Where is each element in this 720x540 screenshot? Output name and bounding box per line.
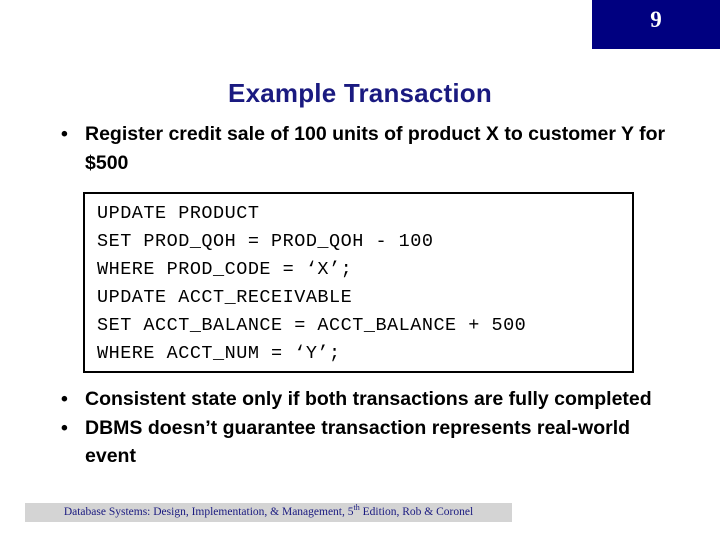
- list-item-label: Consistent state only if both transactio…: [85, 388, 652, 410]
- list-item: • Register credit sale of 100 units of p…: [0, 120, 720, 177]
- bullet-marker-icon: •: [61, 123, 68, 145]
- bullet-list-top: • Register credit sale of 100 units of p…: [0, 120, 720, 177]
- list-item-label: Register credit sale of 100 units of pro…: [85, 123, 666, 174]
- slide-number: 9: [650, 7, 662, 32]
- footer-citation-suffix: Edition, Rob & Coronel: [359, 506, 474, 518]
- bullet-list-bottom: • Consistent state only if both transact…: [0, 385, 720, 471]
- code-line: WHERE ACCT_NUM = ‘Y’;: [97, 343, 341, 364]
- list-item: • DBMS doesn’t guarantee transaction rep…: [0, 414, 720, 471]
- slide-number-banner: 9: [592, 0, 720, 49]
- code-line: WHERE PROD_CODE = ‘X’;: [97, 259, 353, 280]
- list-item-label: DBMS doesn’t guarantee transaction repre…: [85, 416, 631, 468]
- sql-code-box: UPDATE PRODUCT SET PROD_QOH = PROD_QOH -…: [83, 192, 634, 373]
- footer-citation-prefix: Database Systems: Design, Implementation…: [63, 506, 354, 518]
- code-line: UPDATE ACCT_RECEIVABLE: [97, 287, 353, 308]
- code-line: SET ACCT_BALANCE = ACCT_BALANCE + 500: [97, 315, 527, 336]
- code-line: SET PROD_QOH = PROD_QOH - 100: [97, 231, 434, 252]
- bullet-marker-icon: •: [61, 416, 68, 439]
- list-item: • Consistent state only if both transact…: [0, 385, 720, 414]
- code-line: UPDATE PRODUCT: [97, 203, 260, 224]
- footer-band: Database Systems: Design, Implementation…: [25, 503, 512, 522]
- footer-citation: Database Systems: Design, Implementation…: [25, 504, 512, 520]
- page-title: Example Transaction: [228, 78, 492, 108]
- sql-code-lines: UPDATE PRODUCT SET PROD_QOH = PROD_QOH -…: [85, 194, 632, 368]
- bullet-marker-icon: •: [61, 388, 68, 410]
